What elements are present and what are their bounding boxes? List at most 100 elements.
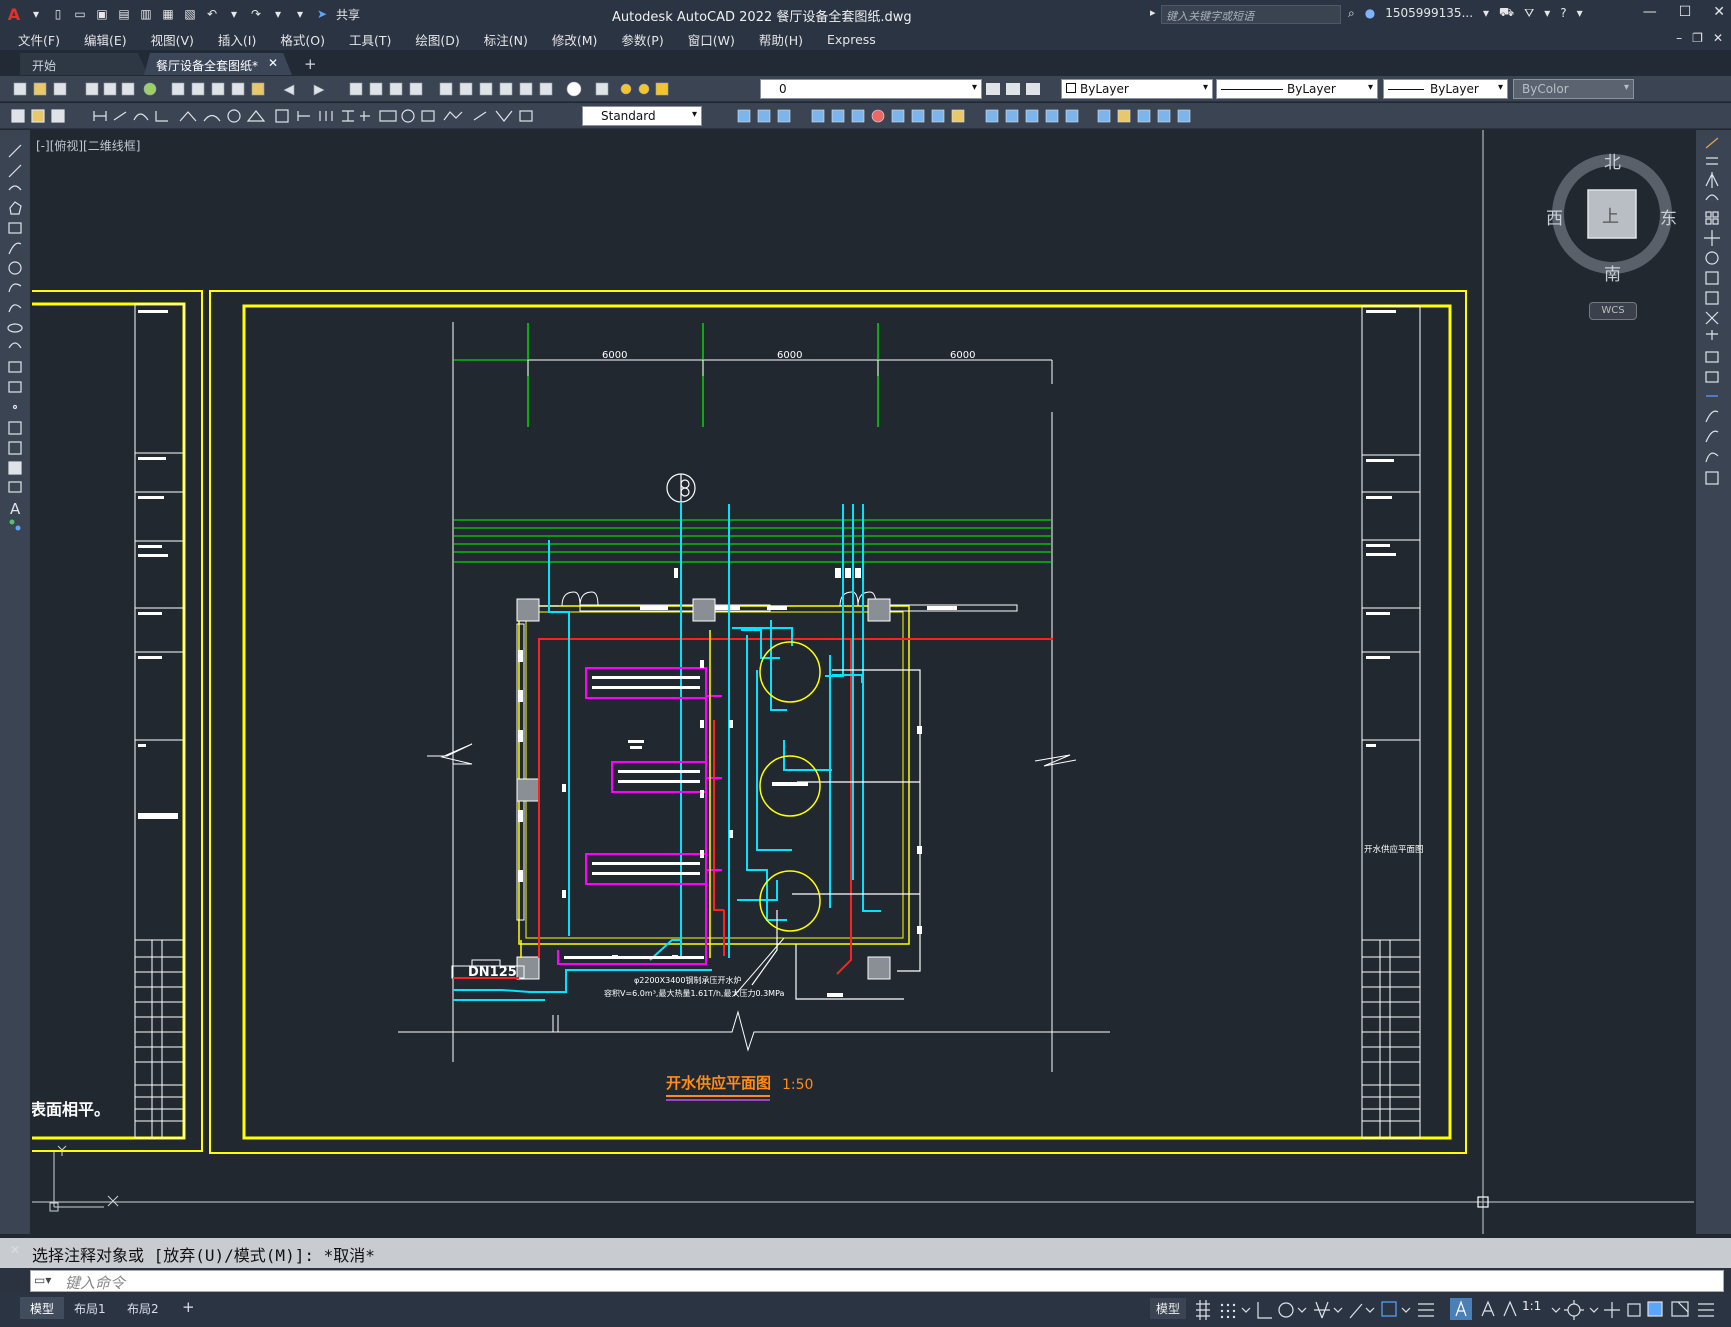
- doc-minimize-icon[interactable]: –: [1676, 31, 1682, 45]
- menu-tools[interactable]: 工具(T): [349, 30, 391, 49]
- equipment-note-2: 容积V=6.0m³,最大热量1.61T/h,最大压力0.3MPa: [604, 988, 785, 998]
- autocad-logo-icon[interactable]: A: [6, 5, 22, 24]
- menu-express[interactable]: Express: [827, 32, 876, 47]
- layer-dropdown[interactable]: 0 ▾: [760, 79, 982, 99]
- compass-north[interactable]: 北: [1604, 148, 1621, 173]
- color-swatch: [1066, 83, 1076, 93]
- menu-view[interactable]: 视图(V): [151, 30, 194, 49]
- menu-format[interactable]: 格式(O): [280, 30, 325, 49]
- maximize-icon[interactable]: ☐: [1679, 4, 1692, 20]
- app-menu-arrow-icon[interactable]: ▾: [28, 6, 44, 22]
- menu-insert[interactable]: 插入(I): [218, 30, 256, 49]
- open-file-icon[interactable]: ▭: [72, 6, 88, 22]
- modify-toolbar-icons[interactable]: [708, 108, 1216, 124]
- annotation-scale[interactable]: 1:1: [1522, 1299, 1541, 1313]
- svg-text:A: A: [10, 500, 21, 518]
- dimension-toolbar: Standard ▾: [0, 103, 1731, 129]
- menu-dimension[interactable]: 标注(N): [484, 30, 528, 49]
- menu-parametric[interactable]: 参数(P): [621, 30, 663, 49]
- help-icon[interactable]: ?: [1560, 6, 1566, 20]
- modify-toolbar-icons-vertical[interactable]: [1696, 130, 1731, 550]
- draw-toolbar-icons[interactable]: A: [0, 130, 30, 590]
- layout-tab-model[interactable]: 模型: [20, 1297, 65, 1319]
- command-prompt-icon[interactable]: ▭▾: [34, 1273, 51, 1287]
- layer-toolbar-icons[interactable]: [984, 81, 1056, 97]
- compass-east[interactable]: 东: [1660, 204, 1677, 229]
- open-web-icon[interactable]: ▥: [138, 6, 154, 22]
- tab-close-icon[interactable]: ✕: [268, 56, 278, 70]
- command-close-icon[interactable]: ✕: [10, 1243, 20, 1257]
- menu-draw[interactable]: 绘图(D): [415, 30, 459, 49]
- search-icon[interactable]: ⌕: [1348, 6, 1355, 21]
- lineweight-value: ByLayer: [1430, 82, 1479, 96]
- standard-toolbar-icons[interactable]: [8, 81, 678, 97]
- save-as-icon[interactable]: ▤: [116, 6, 132, 22]
- plotstyle-dropdown[interactable]: ByColor ▾: [1513, 79, 1634, 99]
- share-icon[interactable]: ➤: [314, 6, 330, 22]
- user-dropdown-icon[interactable]: ▾: [1483, 6, 1489, 20]
- plot-icon[interactable]: ▧: [182, 6, 198, 22]
- linetype-value: ByLayer: [1287, 82, 1336, 96]
- pipe-size-label: DN125: [468, 965, 517, 980]
- modify-toolbar: [1696, 130, 1731, 1234]
- user-icon[interactable]: ●: [1365, 6, 1375, 20]
- color-dropdown[interactable]: ByLayer ▾: [1061, 79, 1213, 99]
- tab-start[interactable]: 开始: [20, 53, 148, 75]
- save-icon[interactable]: ▣: [94, 6, 110, 22]
- menu-file[interactable]: 文件(F): [18, 30, 60, 49]
- lineweight-dropdown[interactable]: ByLayer ▾: [1383, 79, 1508, 99]
- viewcube[interactable]: 北 南 东 西 上: [1524, 148, 1677, 308]
- command-input[interactable]: 键入命令: [30, 1270, 1724, 1292]
- doc-restore-icon[interactable]: ❐: [1692, 31, 1703, 45]
- cad-drawing[interactable]: 表面相平。 开水供应平面图 6000 6000 6000 DN125 φ2200…: [32, 130, 1694, 1234]
- cart-icon[interactable]: ⛟: [1499, 5, 1514, 21]
- menu-modify[interactable]: 修改(M): [552, 30, 598, 49]
- layer-value: 0: [779, 82, 787, 96]
- side-title-text: 开水供应平面图: [1364, 844, 1424, 855]
- user-account[interactable]: 1505999135...: [1385, 6, 1473, 20]
- add-layout-button[interactable]: +: [176, 1297, 201, 1319]
- new-tab-button[interactable]: +: [298, 53, 323, 75]
- boiler-label-bar: [772, 782, 808, 786]
- compass-west[interactable]: 西: [1546, 204, 1563, 229]
- model-space-toggle[interactable]: 模型: [1150, 1298, 1187, 1319]
- app-dropdown-icon[interactable]: ▾: [1544, 6, 1550, 20]
- help-dropdown-icon[interactable]: ▾: [1577, 6, 1583, 20]
- redo-dropdown-icon[interactable]: ▾: [270, 6, 286, 22]
- draw-toolbar: A: [0, 130, 30, 1234]
- autodesk-app-icon[interactable]: ⛛: [1524, 6, 1534, 21]
- compass-south[interactable]: 南: [1604, 260, 1621, 285]
- menu-window[interactable]: 窗口(W): [688, 30, 735, 49]
- wcs-menu-button[interactable]: WCS: [1589, 302, 1637, 320]
- search-expand-icon[interactable]: ▸: [1150, 6, 1156, 19]
- redo-icon[interactable]: ↷: [248, 6, 264, 22]
- share-button[interactable]: 共享: [336, 6, 360, 23]
- left-sheet: [32, 290, 203, 1152]
- new-file-icon[interactable]: ▯: [50, 6, 66, 22]
- heating-unit-details: [564, 676, 704, 959]
- model-viewport[interactable]: 表面相平。 开水供应平面图 6000 6000 6000 DN125 φ2200…: [32, 130, 1694, 1234]
- status-toggle-icons[interactable]: [1186, 1294, 1731, 1324]
- undo-dropdown-icon[interactable]: ▾: [226, 6, 242, 22]
- viewport-label[interactable]: [-][俯视][二维线框]: [36, 137, 140, 154]
- search-input[interactable]: 键入关键字或短语: [1161, 5, 1341, 24]
- linetype-dropdown[interactable]: ByLayer ▾: [1216, 79, 1378, 99]
- minimize-icon[interactable]: —: [1643, 4, 1657, 20]
- dimstyle-dropdown[interactable]: Standard ▾: [582, 106, 702, 126]
- window-title: Autodesk AutoCAD 2022 餐厅设备全套图纸.dwg: [612, 10, 912, 25]
- customize-qat-icon[interactable]: ▾: [292, 6, 308, 22]
- close-icon[interactable]: ✕: [1713, 4, 1725, 20]
- drawing-title: 开水供应平面图: [666, 1074, 771, 1092]
- menu-edit[interactable]: 编辑(E): [84, 30, 127, 49]
- white-pipes: [751, 669, 922, 1000]
- tab-drawing[interactable]: 餐厅设备全套图纸* ✕: [144, 53, 292, 75]
- undo-icon[interactable]: ↶: [204, 6, 220, 22]
- save-web-icon[interactable]: ▦: [160, 6, 176, 22]
- viewcube-top-face[interactable]: 上: [1602, 202, 1619, 227]
- menu-help[interactable]: 帮助(H): [759, 30, 803, 49]
- layout-tab-2[interactable]: 布局2: [117, 1297, 169, 1319]
- document-window-controls: – ❐ ✕: [1676, 31, 1723, 45]
- doc-close-icon[interactable]: ✕: [1713, 31, 1723, 45]
- dimension-toolbar-icons[interactable]: [8, 108, 578, 124]
- layout-tab-1[interactable]: 布局1: [64, 1297, 116, 1319]
